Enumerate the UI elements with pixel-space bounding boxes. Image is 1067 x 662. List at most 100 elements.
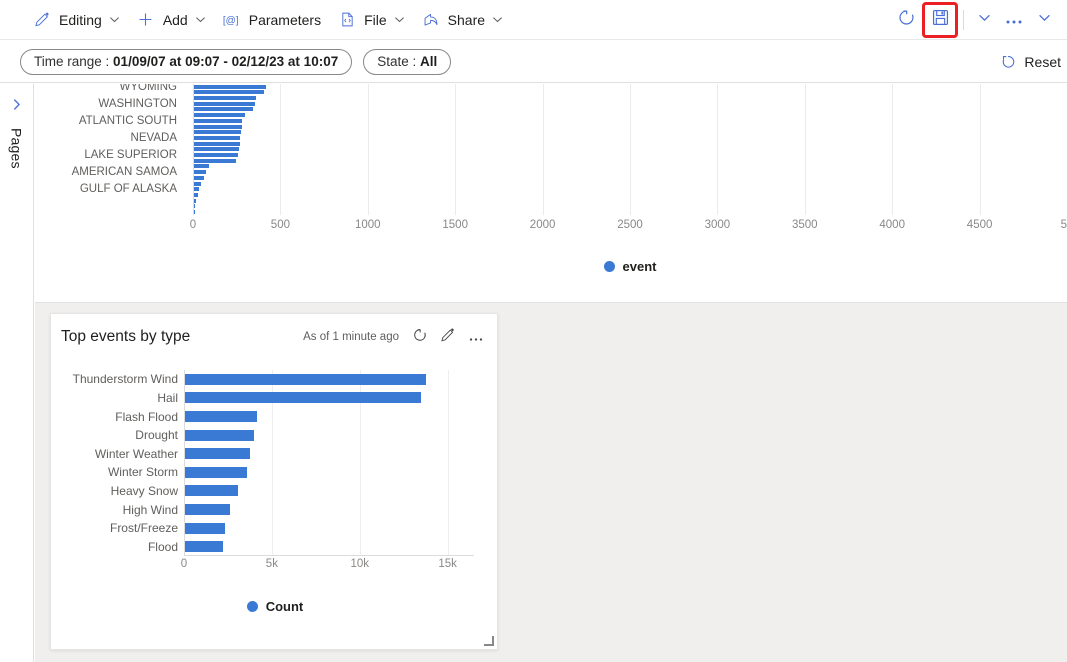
- chevron-right-icon: [10, 98, 23, 116]
- bar[interactable]: [194, 147, 239, 151]
- top-chart-by-state: WYOMINGWASHINGTONATLANTIC SOUTHNEVADALAK…: [35, 84, 1067, 302]
- toolbar-item-add[interactable]: Add: [128, 4, 214, 36]
- bar[interactable]: [194, 130, 241, 134]
- card-as-of-label: As of 1 minute ago: [303, 331, 399, 343]
- bar[interactable]: [185, 504, 230, 515]
- card-edit-button[interactable]: [435, 324, 461, 350]
- bar[interactable]: [194, 142, 240, 146]
- bar[interactable]: [185, 467, 247, 478]
- bar[interactable]: [185, 411, 257, 422]
- more-icon: [468, 329, 484, 346]
- bar[interactable]: [194, 164, 209, 168]
- bar[interactable]: [194, 107, 253, 111]
- bottom-chart-x-axis: 05k10k15k: [184, 556, 474, 576]
- top-chart-legend[interactable]: event: [193, 259, 1067, 274]
- bar[interactable]: [185, 523, 225, 534]
- bar[interactable]: [194, 102, 255, 106]
- x-axis-tick-label: 4000: [879, 219, 905, 231]
- bar[interactable]: [194, 153, 238, 157]
- card-header: Top events by type As of 1 minute ago: [51, 314, 499, 360]
- save-options-button[interactable]: [971, 4, 997, 36]
- chevron-down-icon: [1038, 11, 1051, 29]
- card-more-button[interactable]: [463, 324, 489, 350]
- bar[interactable]: [194, 182, 201, 186]
- bar[interactable]: [185, 430, 254, 441]
- bar[interactable]: [185, 448, 250, 459]
- gridline: [448, 370, 449, 556]
- legend-label-event: event: [623, 259, 657, 274]
- toolbar-item-editing[interactable]: Editing: [24, 4, 128, 36]
- y-axis-tick-label: GULF OF ALASKA: [80, 183, 177, 195]
- y-axis-tick-label: AMERICAN SAMOA: [72, 166, 177, 178]
- pages-expand-button[interactable]: [10, 98, 23, 116]
- toolbar-item-parameters[interactable]: [@] Parameters: [214, 4, 329, 36]
- pages-rail-label[interactable]: Pages: [9, 128, 25, 169]
- bar[interactable]: [185, 485, 238, 496]
- card-title: Top events by type: [61, 328, 190, 346]
- bar[interactable]: [194, 187, 199, 191]
- bar[interactable]: [194, 113, 245, 117]
- y-axis-tick-label: Winter Weather: [95, 447, 178, 461]
- bottom-chart-legend[interactable]: Count: [51, 599, 499, 614]
- bar[interactable]: [194, 199, 196, 203]
- toolbar-divider: [963, 10, 964, 30]
- y-axis-tick-label: High Wind: [123, 503, 178, 517]
- bar[interactable]: [194, 119, 242, 123]
- bar[interactable]: [185, 374, 426, 385]
- toolbar-item-share[interactable]: Share: [413, 4, 511, 36]
- y-axis-tick-label: WYOMING: [120, 84, 178, 93]
- chevron-down-icon: [492, 14, 503, 25]
- bar[interactable]: [194, 176, 204, 180]
- time-range-filter[interactable]: Time range : 01/09/07 at 09:07 - 02/12/2…: [20, 49, 352, 75]
- bar[interactable]: [185, 541, 223, 552]
- more-commands-button[interactable]: [999, 4, 1029, 36]
- toolbar-item-parameters-label: Parameters: [249, 12, 321, 28]
- card-header-actions: As of 1 minute ago: [303, 324, 489, 350]
- bar[interactable]: [194, 193, 198, 197]
- legend-color-swatch: [604, 261, 615, 272]
- bar[interactable]: [185, 392, 421, 403]
- chevron-down-icon: [109, 14, 120, 25]
- bar[interactable]: [194, 210, 195, 214]
- toolbar-item-file[interactable]: File: [329, 4, 413, 36]
- x-axis-tick-label: 3500: [792, 219, 818, 231]
- pages-rail: Pages: [0, 84, 34, 662]
- more-commands-chevron-button[interactable]: [1031, 4, 1057, 36]
- y-axis-tick-label: ATLANTIC SOUTH: [79, 115, 177, 127]
- filter-pills: Time range : 01/09/07 at 09:07 - 02/12/2…: [0, 49, 451, 75]
- toolbar-item-editing-label: Editing: [59, 12, 102, 28]
- bar[interactable]: [194, 170, 206, 174]
- workbook-canvas: WYOMINGWASHINGTONATLANTIC SOUTHNEVADALAK…: [35, 84, 1067, 662]
- bottom-chart-plot-area: [184, 370, 474, 556]
- reset-button[interactable]: Reset: [994, 47, 1067, 77]
- top-chart-plot-area: [193, 84, 1067, 215]
- time-range-value: 01/09/07 at 09:07 - 02/12/23 at 10:07: [113, 54, 338, 69]
- state-filter[interactable]: State : All: [363, 49, 451, 75]
- state-prefix: State :: [377, 54, 416, 69]
- plus-icon: [136, 10, 156, 30]
- save-button[interactable]: [924, 4, 956, 36]
- bar[interactable]: [194, 159, 236, 163]
- refresh-button[interactable]: [890, 4, 922, 36]
- bar[interactable]: [194, 136, 240, 140]
- share-icon: [421, 10, 441, 30]
- legend-color-swatch: [247, 601, 258, 612]
- bar[interactable]: [194, 85, 266, 89]
- y-axis-tick-label: WASHINGTON: [98, 98, 177, 110]
- save-icon: [931, 8, 950, 32]
- resize-handle-icon[interactable]: [483, 635, 494, 646]
- toolbar-right-group: [890, 4, 1067, 36]
- y-axis-tick-label: Frost/Freeze: [110, 521, 178, 535]
- toolbar-item-add-label: Add: [163, 12, 188, 28]
- bar[interactable]: [194, 125, 242, 129]
- x-axis-tick-label: 15k: [438, 558, 457, 570]
- y-axis-tick-label: Flash Flood: [115, 410, 178, 424]
- card-refresh-button[interactable]: [407, 324, 433, 350]
- y-axis-tick-label: NEVADA: [131, 132, 177, 144]
- legend-label-count: Count: [266, 599, 304, 614]
- bar[interactable]: [194, 204, 195, 208]
- file-icon: [337, 10, 357, 30]
- bar[interactable]: [194, 96, 256, 100]
- x-axis-tick-label: 2500: [617, 219, 643, 231]
- bar[interactable]: [194, 90, 264, 94]
